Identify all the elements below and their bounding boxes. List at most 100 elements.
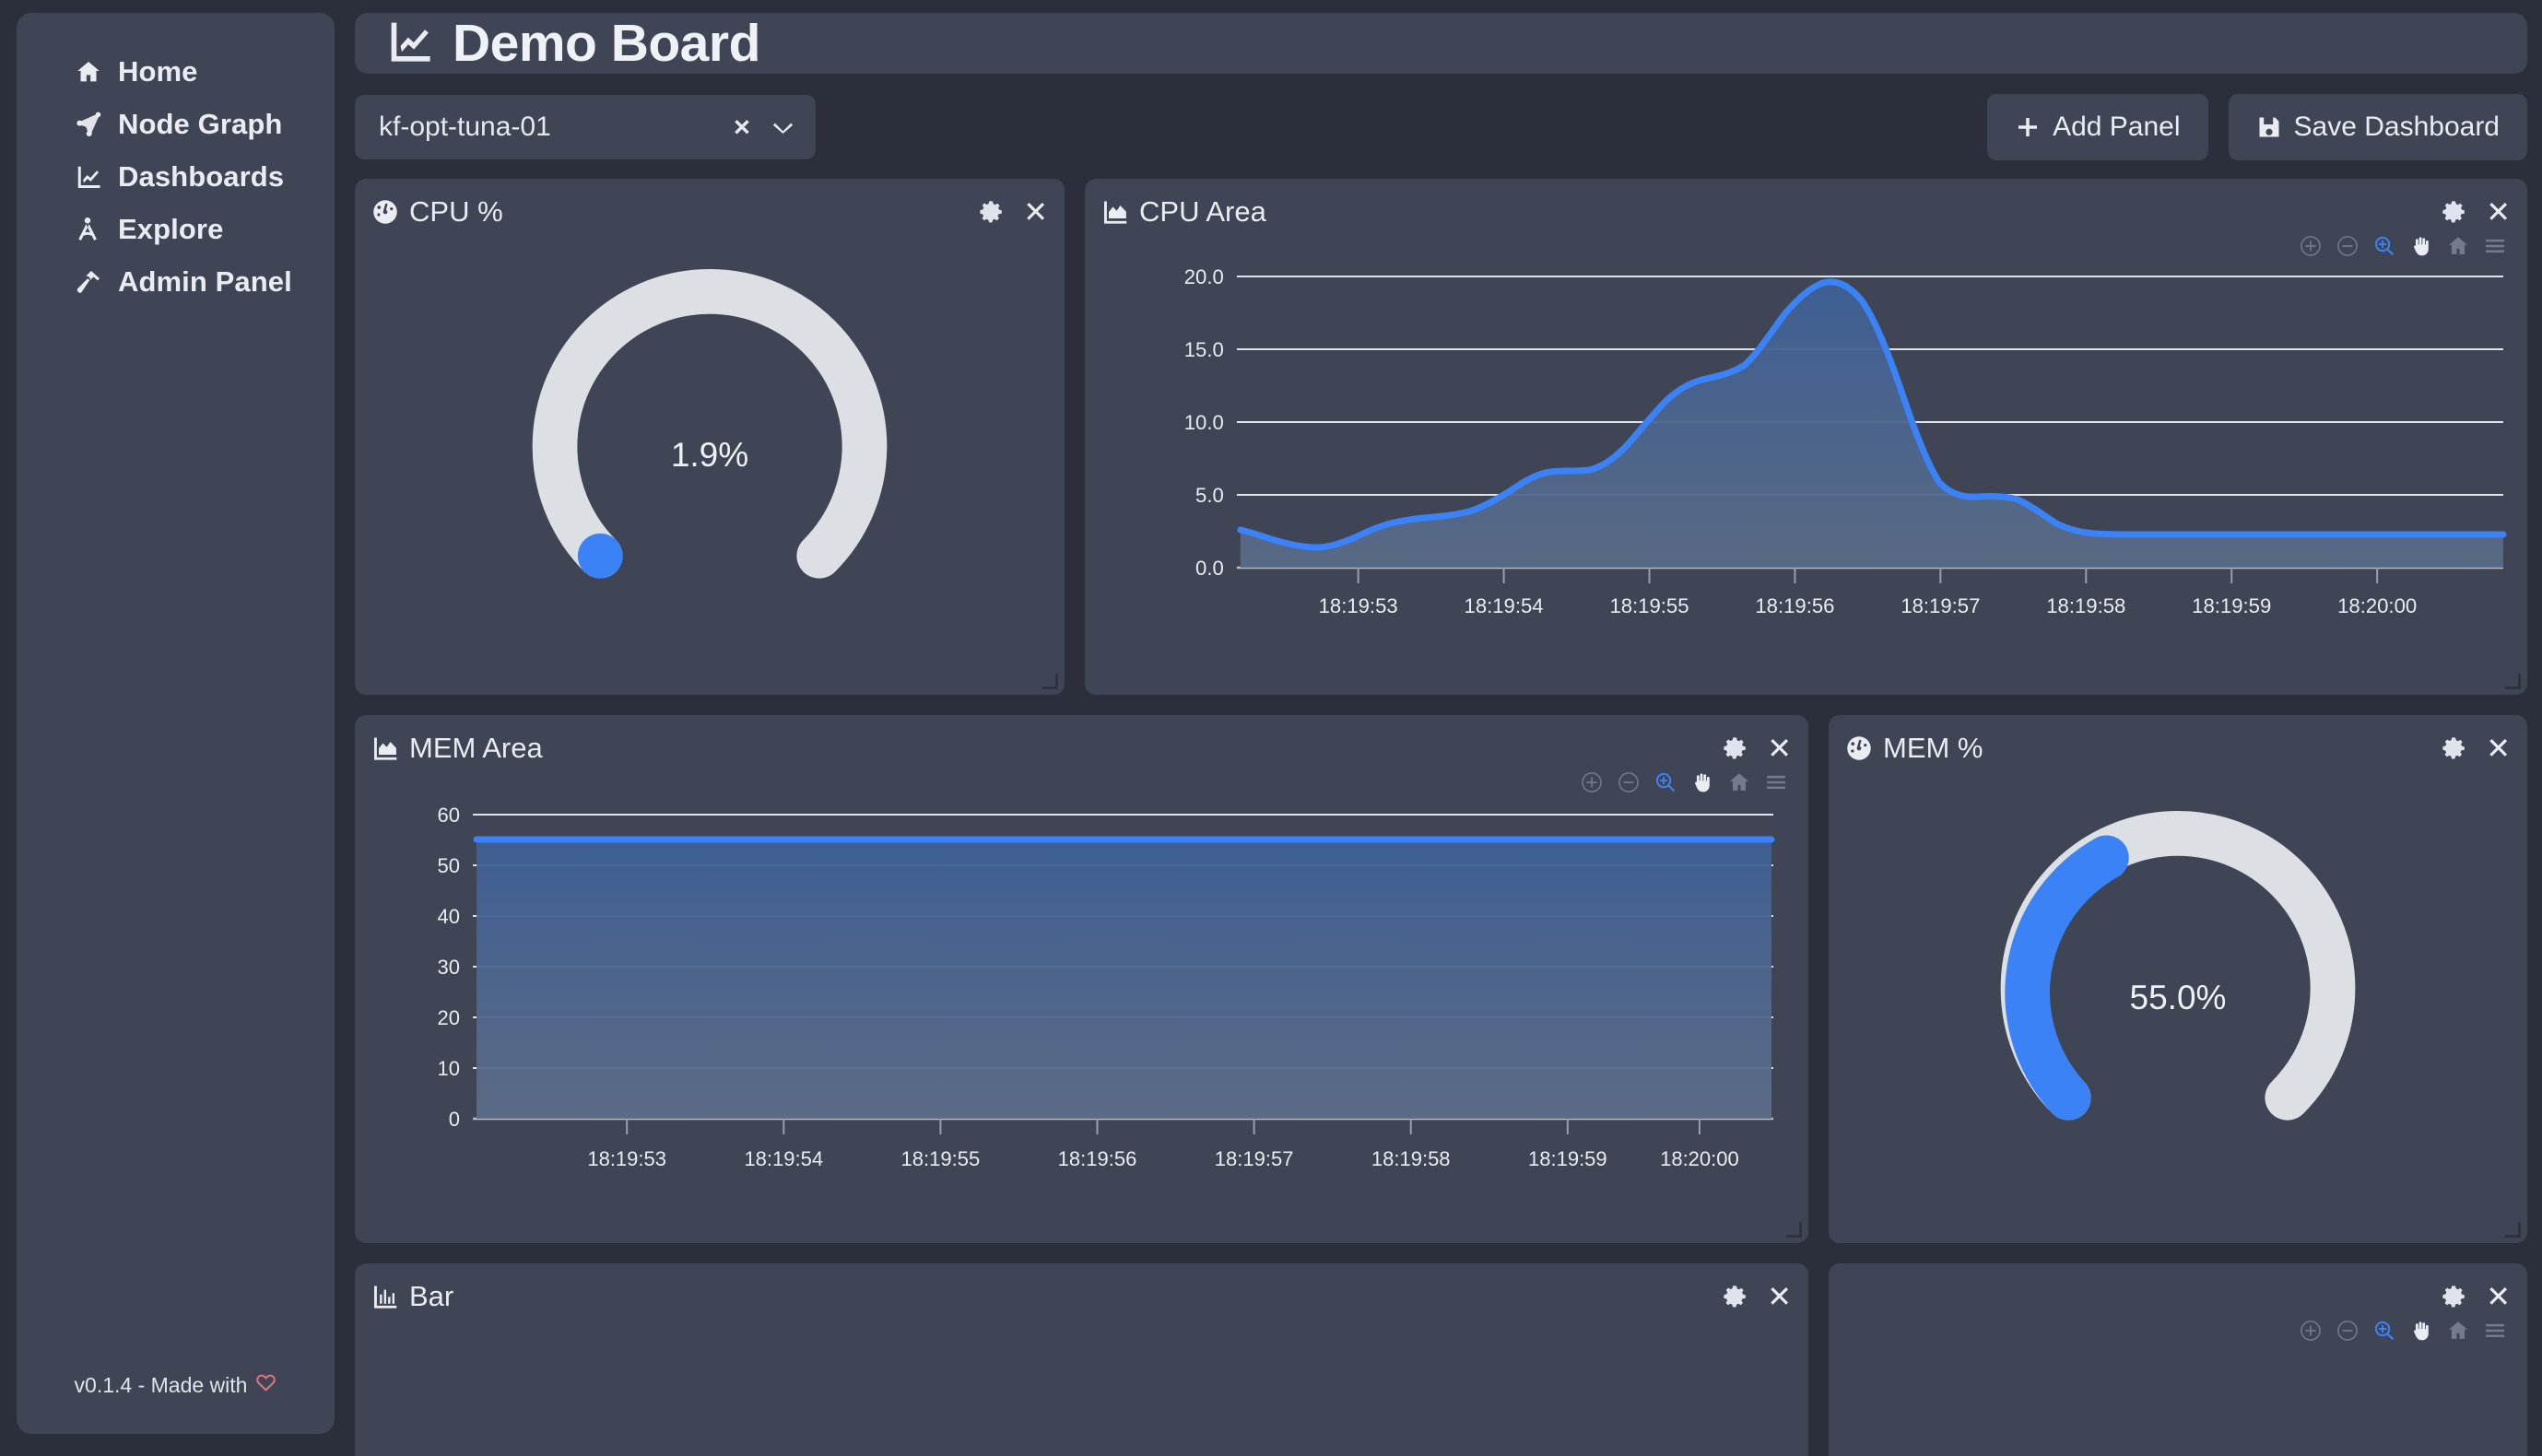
svg-text:40: 40 <box>438 905 460 928</box>
plot-modebar <box>371 767 1792 798</box>
save-dashboard-button[interactable]: Save Dashboard <box>2228 94 2527 160</box>
svg-text:18:19:56: 18:19:56 <box>1058 1147 1137 1170</box>
y-tick-labels: 20.0 15.0 10.0 5.0 0.0 <box>1184 265 1224 580</box>
panel-cpu-percent: CPU % ✕ 1.9% <box>355 179 1065 695</box>
panel-resize-handle[interactable] <box>2505 674 2521 689</box>
hamburger-icon[interactable] <box>2483 234 2507 258</box>
home-reset-icon[interactable] <box>2446 234 2470 258</box>
panel-actions: ✕ <box>1721 1282 1792 1311</box>
panel-row-3: Bar ✕ ✕ <box>355 1263 2527 1456</box>
mem-area-chart: 60 50 40 30 20 10 0 18:19:53 18:19:54 18… <box>438 804 1775 1170</box>
add-panel-button[interactable]: Add Panel <box>1987 94 2208 160</box>
home-reset-icon[interactable] <box>1727 770 1751 794</box>
panel-header: Bar ✕ <box>371 1278 1792 1315</box>
panel-resize-handle[interactable] <box>2505 1222 2521 1238</box>
pan-hand-icon[interactable] <box>2409 1319 2433 1343</box>
chevron-down-icon[interactable] <box>771 115 795 140</box>
close-icon[interactable]: ✕ <box>1023 197 1048 227</box>
zoom-out-icon[interactable] <box>2336 1319 2360 1343</box>
sidebar-footer: v0.1.4 - Made with <box>17 1372 335 1399</box>
svg-text:18:19:54: 18:19:54 <box>744 1147 823 1170</box>
zoom-out-icon[interactable] <box>2336 234 2360 258</box>
heart-icon <box>255 1372 277 1399</box>
mem-gauge: 55.0% <box>1984 802 2371 1193</box>
svg-text:15.0: 15.0 <box>1184 338 1224 361</box>
sidebar-item-node-graph[interactable]: Node Graph <box>74 108 335 141</box>
svg-text:18:19:55: 18:19:55 <box>1609 594 1689 617</box>
sidebar-item-dashboards[interactable]: Dashboards <box>74 160 335 194</box>
panel-actions: ✕ <box>2440 197 2511 227</box>
hamburger-icon[interactable] <box>2483 1319 2507 1343</box>
panel-bar: Bar ✕ <box>355 1263 1808 1456</box>
dashboard-toolbar: kf-opt-tuna-01 × Add Panel Save Dashboar… <box>355 94 2527 160</box>
zoom-in-icon[interactable] <box>1580 770 1604 794</box>
svg-text:18:19:53: 18:19:53 <box>587 1147 666 1170</box>
svg-text:18:20:00: 18:20:00 <box>2337 594 2417 617</box>
panel-bar-right: ✕ <box>1829 1263 2527 1456</box>
panel-actions: ✕ <box>977 197 1048 227</box>
svg-text:18:20:00: 18:20:00 <box>1660 1147 1739 1170</box>
page-title: Demo Board <box>453 14 760 73</box>
area-chart-icon <box>371 734 399 762</box>
x-axis-ticks <box>1357 568 2379 583</box>
panel-title-label: MEM % <box>1883 732 1983 764</box>
sidebar-item-admin-panel[interactable]: Admin Panel <box>74 265 335 299</box>
close-icon[interactable]: ✕ <box>2486 1282 2511 1311</box>
cpu-area-chart: 20.0 15.0 10.0 5.0 0.0 18:19:53 18:19:54… <box>1184 265 2507 617</box>
close-icon[interactable]: ✕ <box>2486 197 2511 227</box>
pan-hand-icon[interactable] <box>1690 770 1714 794</box>
dashboard-titlebar: Demo Board <box>355 13 2527 74</box>
svg-text:30: 30 <box>438 956 460 979</box>
sidebar-item-home[interactable]: Home <box>74 55 335 88</box>
svg-text:0.0: 0.0 <box>1195 557 1224 580</box>
pan-hand-icon[interactable] <box>2409 234 2433 258</box>
gauge-icon <box>371 198 399 226</box>
gear-icon[interactable] <box>2440 1283 2467 1310</box>
mem-gauge-value: 55.0% <box>2129 978 2227 1016</box>
gear-icon[interactable] <box>1721 734 1748 762</box>
plus-icon <box>2015 114 2041 140</box>
close-icon[interactable]: ✕ <box>2486 734 2511 763</box>
svg-text:18:19:53: 18:19:53 <box>1319 594 1398 617</box>
x-axis-ticks <box>626 1119 1701 1134</box>
zoom-in-icon[interactable] <box>2299 234 2323 258</box>
clear-icon[interactable]: × <box>734 111 750 144</box>
panel-title-label: Bar <box>409 1280 454 1312</box>
gear-icon[interactable] <box>1721 1283 1748 1310</box>
gear-icon[interactable] <box>2440 198 2467 226</box>
sidebar-item-label: Admin Panel <box>118 265 292 298</box>
sidebar-item-label: Dashboards <box>118 160 285 193</box>
hamburger-icon[interactable] <box>1764 770 1788 794</box>
gear-icon[interactable] <box>2440 734 2467 762</box>
panel-grid: CPU % ✕ 1.9% CPU Area ✕ 20.0 15.0 10.0 5… <box>355 179 2527 1456</box>
gauge-icon <box>1845 734 1873 762</box>
svg-text:18:19:57: 18:19:57 <box>1215 1147 1294 1170</box>
magnifier-plus-icon[interactable] <box>2372 1319 2396 1343</box>
area-chart-icon <box>1101 198 1129 226</box>
sidebar-item-explore[interactable]: Explore <box>74 213 335 246</box>
home-reset-icon[interactable] <box>2446 1319 2470 1343</box>
panel-resize-handle[interactable] <box>1042 674 1058 689</box>
zoom-in-icon[interactable] <box>2299 1319 2323 1343</box>
panel-mem-area: MEM Area ✕ 60 50 40 30 20 10 0 18:19:53 … <box>355 715 1808 1243</box>
panel-actions: ✕ <box>2440 734 2511 763</box>
svg-text:50: 50 <box>438 854 460 877</box>
close-icon[interactable]: ✕ <box>1767 1282 1792 1311</box>
host-select[interactable]: kf-opt-tuna-01 × <box>355 95 816 159</box>
svg-text:0: 0 <box>449 1108 460 1131</box>
zoom-out-icon[interactable] <box>1617 770 1641 794</box>
close-icon[interactable]: ✕ <box>1767 734 1792 763</box>
panel-resize-handle[interactable] <box>1786 1222 1802 1238</box>
panel-actions: ✕ <box>2440 1282 2511 1311</box>
version-label: v0.1.4 - Made with <box>74 1373 248 1397</box>
magnifier-plus-icon[interactable] <box>2372 234 2396 258</box>
mem-area-fill <box>477 840 1771 1119</box>
gear-icon[interactable] <box>977 198 1005 226</box>
svg-text:18:19:59: 18:19:59 <box>1528 1147 1607 1170</box>
cpu-gauge: 1.9% <box>516 260 903 652</box>
panel-header: MEM Area ✕ <box>371 730 1792 767</box>
panel-title: MEM Area <box>371 732 543 765</box>
panel-actions: ✕ <box>1721 734 1792 763</box>
panel-row-1: CPU % ✕ 1.9% CPU Area ✕ 20.0 15.0 10.0 5… <box>355 179 2527 695</box>
magnifier-plus-icon[interactable] <box>1653 770 1677 794</box>
